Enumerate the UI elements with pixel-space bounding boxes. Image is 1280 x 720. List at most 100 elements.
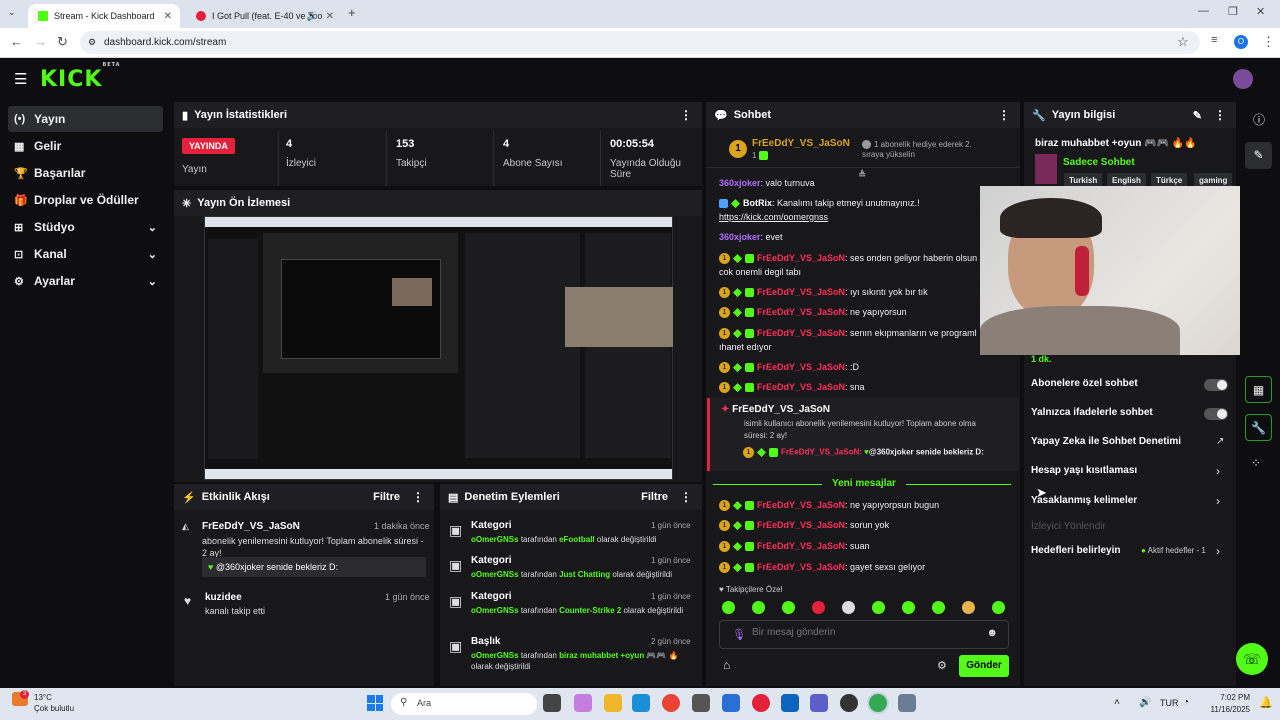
file-explorer-icon[interactable] xyxy=(604,694,622,712)
store-icon[interactable]: ⌂ xyxy=(723,658,730,672)
copilot-icon[interactable] xyxy=(574,694,592,712)
clock-time[interactable]: 7:02 PM xyxy=(1206,693,1250,702)
chat-username[interactable]: FrEeDdY_VS_JaSoN xyxy=(757,541,845,551)
emote-icon[interactable] xyxy=(872,601,885,614)
moderation-user[interactable]: oOmerGNSs xyxy=(471,651,519,660)
chat-username[interactable]: FrEeDdY_VS_JaSoN xyxy=(757,287,845,297)
sidebar-item-kanal[interactable]: ⊡ Kanal ⌄ xyxy=(8,241,163,267)
forward-icon[interactable]: → xyxy=(34,34,47,49)
nodes-icon[interactable]: ⁘ xyxy=(1251,456,1261,470)
moderation-user[interactable]: oOmerGNSs xyxy=(471,535,519,544)
chat-username[interactable]: FrEeDdY_VS_JaSoN xyxy=(757,382,845,392)
edit-rail-button[interactable]: ✎ xyxy=(1245,142,1272,169)
expand-icon[interactable]: ≜ xyxy=(858,170,866,181)
chevron-right-icon[interactable]: › xyxy=(1216,544,1220,558)
bookmark-star-icon[interactable]: ☆ xyxy=(1177,34,1189,50)
store-app-icon[interactable] xyxy=(692,694,710,712)
chat-settings-gear-icon[interactable]: ⚙ xyxy=(937,659,947,672)
sidebar-item-ayarlar[interactable]: ⚙ Ayarlar ⌄ xyxy=(8,268,163,294)
moderation-user[interactable]: oOmerGNSs xyxy=(471,570,519,579)
language-indicator[interactable]: TUR xyxy=(1160,698,1179,708)
pinned-user[interactable]: FrEeDdY_VS_JaSoN xyxy=(752,138,850,149)
edge-icon[interactable] xyxy=(632,694,650,712)
user-avatar[interactable] xyxy=(1233,69,1253,89)
calendar-app-icon[interactable] xyxy=(722,694,740,712)
stream-preview-video[interactable] xyxy=(204,216,673,480)
chevron-right-icon[interactable]: › xyxy=(1216,464,1220,478)
notifications-bell-icon[interactable]: 🔔 xyxy=(1259,696,1273,709)
emote-icon[interactable] xyxy=(962,601,975,614)
sidebar-item-yayin[interactable]: (•) Yayın xyxy=(8,106,163,132)
clock-date[interactable]: 11/16/2025 xyxy=(1200,705,1250,714)
emote-icon[interactable] xyxy=(992,601,1005,614)
chat-username[interactable]: FrEeDdY_VS_JaSoN xyxy=(757,562,845,572)
profile-avatar[interactable]: O xyxy=(1234,35,1248,49)
outlook-icon[interactable] xyxy=(781,694,799,712)
tab-kick-dashboard[interactable]: Stream - Kick Dashboard ✕ xyxy=(28,4,180,28)
chevron-right-icon[interactable]: › xyxy=(1216,494,1220,508)
wrench-rail-button[interactable]: 🔧 xyxy=(1245,414,1272,441)
chrome-active-icon[interactable] xyxy=(869,694,887,712)
emote-icon[interactable] xyxy=(932,601,945,614)
chat-username[interactable]: FrEeDdY_VS_JaSoN xyxy=(757,362,845,372)
resub-msg-user[interactable]: FrEeDdY_VS_JaSoN: xyxy=(781,448,862,457)
windows-start-icon[interactable] xyxy=(367,695,383,711)
chat-username[interactable]: 360xjoker xyxy=(719,178,761,188)
info-icon[interactable]: ⓘ xyxy=(1253,111,1265,128)
more-icon[interactable]: ⋮ xyxy=(680,490,692,504)
chat-username[interactable]: 360xjoker xyxy=(719,232,761,242)
chat-username[interactable]: FrEeDdY_VS_JaSoN xyxy=(757,307,845,317)
chat-username[interactable]: FrEeDdY_VS_JaSoN xyxy=(757,520,845,530)
send-button[interactable]: Gönder xyxy=(959,655,1009,677)
chat-username[interactable]: BotRix xyxy=(743,198,772,208)
kick-logo[interactable]: KICKBETA xyxy=(40,62,121,92)
sidebar-item-studyo[interactable]: ⊞ Stüdyo ⌄ xyxy=(8,214,163,240)
obs-icon[interactable] xyxy=(840,694,858,712)
emote-icon[interactable] xyxy=(722,601,735,614)
sidebar-item-droplar[interactable]: 🎁 Droplar ve Ödüller xyxy=(8,187,163,213)
chrome-icon[interactable] xyxy=(662,694,680,712)
chat-username[interactable]: FrEeDdY_VS_JaSoN xyxy=(757,328,845,338)
close-window-icon[interactable]: ✕ xyxy=(1256,5,1265,18)
chat-setting-row[interactable]: Yalnızca ifadelerle sohbet xyxy=(1031,407,1153,418)
more-icon[interactable]: ⋮ xyxy=(412,490,424,504)
moderation-user[interactable]: oOmerGNSs xyxy=(471,606,519,615)
speaker-icon[interactable]: 🔊 xyxy=(307,11,318,22)
wifi-icon[interactable]: ◔ xyxy=(1183,697,1189,708)
opera-icon[interactable] xyxy=(752,694,770,712)
chat-setting-row[interactable]: Hedefleri belirleyin xyxy=(1031,545,1120,556)
emote-icon[interactable] xyxy=(782,601,795,614)
close-icon[interactable]: ✕ xyxy=(164,11,172,22)
chat-username[interactable]: FrEeDdY_VS_JaSoN xyxy=(757,253,845,263)
emote-icon[interactable] xyxy=(752,601,765,614)
chat-setting-row[interactable]: Hesap yaşı kısıtlaması xyxy=(1031,465,1137,476)
sidebar-item-gelir[interactable]: ▦ Gelir xyxy=(8,133,163,159)
microphone-icon[interactable]: 🎙 xyxy=(732,628,746,641)
hamburger-menu-icon[interactable]: ☰ xyxy=(14,70,27,88)
maximize-icon[interactable]: ❐ xyxy=(1228,5,1238,18)
sidebar-item-basarilar[interactable]: 🏆 Başarılar xyxy=(8,160,163,186)
toggle-switch[interactable] xyxy=(1204,379,1228,391)
support-button[interactable]: ☏ xyxy=(1236,643,1268,675)
layout-rail-button[interactable]: ▦ xyxy=(1245,376,1272,403)
back-icon[interactable]: ← xyxy=(10,34,23,49)
chat-setting-row[interactable]: Abonelere özel sohbet xyxy=(1031,378,1138,389)
task-view-icon[interactable] xyxy=(543,694,561,712)
external-link-icon[interactable]: ↗ xyxy=(1216,436,1224,447)
filter-button[interactable]: Filtre xyxy=(641,491,668,503)
chat-username[interactable]: FrEeDdY_VS_JaSoN xyxy=(757,500,845,510)
filter-button[interactable]: Filtre xyxy=(373,491,400,503)
chat-input[interactable]: 🎙 ☻ xyxy=(719,620,1009,649)
url-field[interactable]: ⚙ dashboard.kick.com/stream xyxy=(80,31,1200,54)
emoji-icon[interactable]: ☻ xyxy=(986,627,998,639)
chat-setting-row[interactable]: Yapay Zeka ile Sohbet Denetimi xyxy=(1031,436,1181,447)
tab-music[interactable]: I Got Pull (feat. E-40 ve Too 🔊 ✕ xyxy=(186,4,342,28)
toggle-switch[interactable] xyxy=(1204,408,1228,420)
chat-text[interactable]: https://kick.com/oomergnss xyxy=(719,212,828,222)
more-icon[interactable]: ⋮ xyxy=(998,108,1010,122)
new-tab-icon[interactable]: + xyxy=(348,5,356,20)
reading-list-icon[interactable]: ≡ xyxy=(1211,34,1217,46)
emote-icon[interactable] xyxy=(902,601,915,614)
emote-icon[interactable] xyxy=(842,601,855,614)
minimize-icon[interactable]: — xyxy=(1198,5,1209,17)
